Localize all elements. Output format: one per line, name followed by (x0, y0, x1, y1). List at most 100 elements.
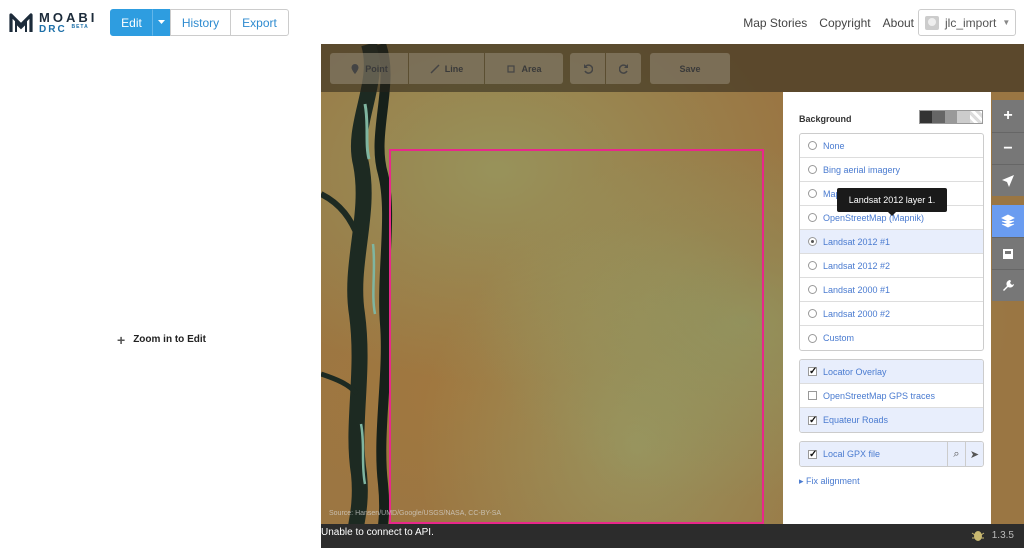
moabi-logo[interactable]: MOABI DRC BETA (8, 11, 97, 35)
triangle-right-icon: ▸ (799, 476, 804, 486)
overlay-list: ✓ Locator Overlay OpenStreetMap GPS traces… (799, 359, 984, 433)
background-pane: Background NoneBing aerial imageryMapBox… (783, 92, 991, 524)
user-menu-button[interactable]: jlc_import ▼ (918, 9, 1016, 36)
add-area-button[interactable]: Area (485, 53, 563, 84)
logo-mark-icon (9, 13, 33, 32)
about-link[interactable]: About (883, 16, 914, 30)
edit-dropdown-button[interactable] (152, 9, 171, 36)
radio-button[interactable] (808, 213, 817, 222)
radio-button[interactable] (808, 189, 817, 198)
background-option-label: Landsat 2000 #2 (823, 308, 891, 319)
background-option-label: Landsat 2012 #2 (823, 260, 891, 271)
mode-buttons: Edit History Export (110, 9, 289, 36)
geolocate-button[interactable] (992, 164, 1024, 196)
map-data-button[interactable] (992, 237, 1024, 269)
radio-button[interactable] (808, 285, 817, 294)
background-option-label: None (823, 140, 845, 151)
api-status: Unable to connect to API. (321, 527, 434, 538)
location-arrow-icon (1002, 174, 1014, 187)
avatar-icon (925, 15, 939, 30)
wrench-icon (1003, 279, 1014, 291)
area-icon (507, 64, 516, 73)
footer-bar: Unable to connect to API. 1.3.5 (321, 524, 1024, 548)
overlay-checkbox[interactable] (808, 391, 817, 400)
line-label: Line (444, 63, 464, 74)
point-icon (351, 63, 359, 74)
caret-down-icon (158, 20, 165, 24)
zoom-to-edit[interactable]: + Zoom in to Edit (117, 331, 206, 348)
fix-alignment-link[interactable]: ▸ Fix alignment (799, 476, 860, 487)
area-label: Area (521, 63, 542, 74)
overlay-option-label: OpenStreetMap GPS traces (823, 390, 936, 401)
background-option[interactable]: Landsat 2012 #2 (800, 254, 983, 278)
line-icon (430, 63, 440, 74)
plus-icon: + (117, 331, 126, 348)
overlay-checkbox[interactable]: ✓ (808, 367, 817, 377)
undo-button[interactable] (570, 53, 605, 84)
map-canvas[interactable]: Point Line Area Save Source: Hansen/UMD/… (321, 44, 1024, 548)
beta-badge: BETA (71, 24, 89, 30)
radio-button[interactable] (808, 333, 817, 343)
add-point-button[interactable]: Point (330, 53, 408, 84)
background-settings-button[interactable] (992, 205, 1024, 237)
minus-icon: − (1003, 139, 1013, 157)
redo-icon (618, 63, 628, 74)
radio-button[interactable] (808, 237, 817, 246)
fix-alignment-label: Fix alignment (806, 476, 860, 486)
background-title: Background (799, 114, 852, 124)
overlay-option[interactable]: OpenStreetMap GPS traces (800, 384, 983, 408)
background-option[interactable]: Landsat 2000 #2 (800, 302, 983, 326)
help-button[interactable] (992, 269, 1024, 301)
export-button[interactable]: Export (230, 9, 289, 36)
map-stories-link[interactable]: Map Stories (743, 16, 807, 30)
overlay-option[interactable]: ✓ Locator Overlay (800, 360, 983, 384)
layers-icon (1001, 214, 1015, 228)
overlay-checkbox[interactable]: ✓ (808, 415, 817, 425)
top-bar: MOABI DRC BETA Edit History Export Map S… (0, 0, 1024, 44)
edit-button[interactable]: Edit (110, 9, 153, 36)
zoom-in-button[interactable]: + (992, 100, 1024, 132)
background-option[interactable]: Custom (800, 326, 983, 350)
version-label[interactable]: 1.3.5 (992, 530, 1014, 541)
background-option[interactable]: Bing aerial imagery (800, 158, 983, 182)
gpx-list: ✓ Local GPX file ⌕ ➤ (799, 441, 984, 467)
history-button[interactable]: History (170, 9, 231, 36)
layer-tooltip: Landsat 2012 layer 1. (837, 188, 947, 216)
background-option[interactable]: None (800, 134, 983, 158)
logo-text-primary: MOABI (39, 10, 98, 25)
gpx-label: Local GPX file (823, 449, 881, 459)
map-data-icon (1003, 248, 1013, 259)
overlay-option[interactable]: ✓ Equateur Roads (800, 408, 983, 432)
copyright-link[interactable]: Copyright (819, 16, 870, 30)
redo-button[interactable] (606, 53, 641, 84)
radio-button[interactable] (808, 141, 817, 150)
background-option-label: OpenStreetMap (Mapnik) (823, 212, 925, 223)
top-links: Map Stories Copyright About (743, 16, 914, 30)
overlay-option-label: Locator Overlay (823, 366, 887, 377)
background-option-label: Bing aerial imagery (823, 164, 901, 175)
radio-button[interactable] (808, 261, 817, 270)
bug-icon[interactable] (971, 528, 985, 542)
overlay-option-label: Equateur Roads (823, 415, 889, 425)
radio-button[interactable] (808, 309, 817, 318)
add-line-button[interactable]: Line (409, 53, 484, 84)
imagery-attribution[interactable]: Source: Hansen/UMD/Google/USGS/NASA, CC-… (329, 510, 501, 517)
background-option[interactable]: Landsat 2012 #1 (800, 230, 983, 254)
zoom-out-button[interactable]: − (992, 132, 1024, 164)
local-gpx-item[interactable]: ✓ Local GPX file ⌕ ➤ (800, 442, 983, 466)
search-icon[interactable]: ⌕ (947, 442, 965, 466)
selection-boundary (389, 149, 764, 524)
undo-icon (583, 63, 593, 74)
background-list: NoneBing aerial imageryMapBox SatelliteO… (799, 133, 984, 351)
save-button[interactable]: Save (650, 53, 730, 84)
username: jlc_import (945, 15, 997, 30)
radio-button[interactable] (808, 165, 817, 174)
locate-icon[interactable]: ➤ (965, 442, 983, 466)
opacity-selector[interactable] (919, 110, 983, 124)
background-option-label: Landsat 2000 #1 (823, 284, 891, 295)
gpx-checkbox[interactable]: ✓ (808, 449, 817, 459)
background-option-label: Landsat 2012 #1 (823, 236, 891, 247)
chevron-down-icon: ▼ (1002, 18, 1011, 27)
background-option-label: Custom (823, 333, 855, 343)
background-option[interactable]: Landsat 2000 #1 (800, 278, 983, 302)
